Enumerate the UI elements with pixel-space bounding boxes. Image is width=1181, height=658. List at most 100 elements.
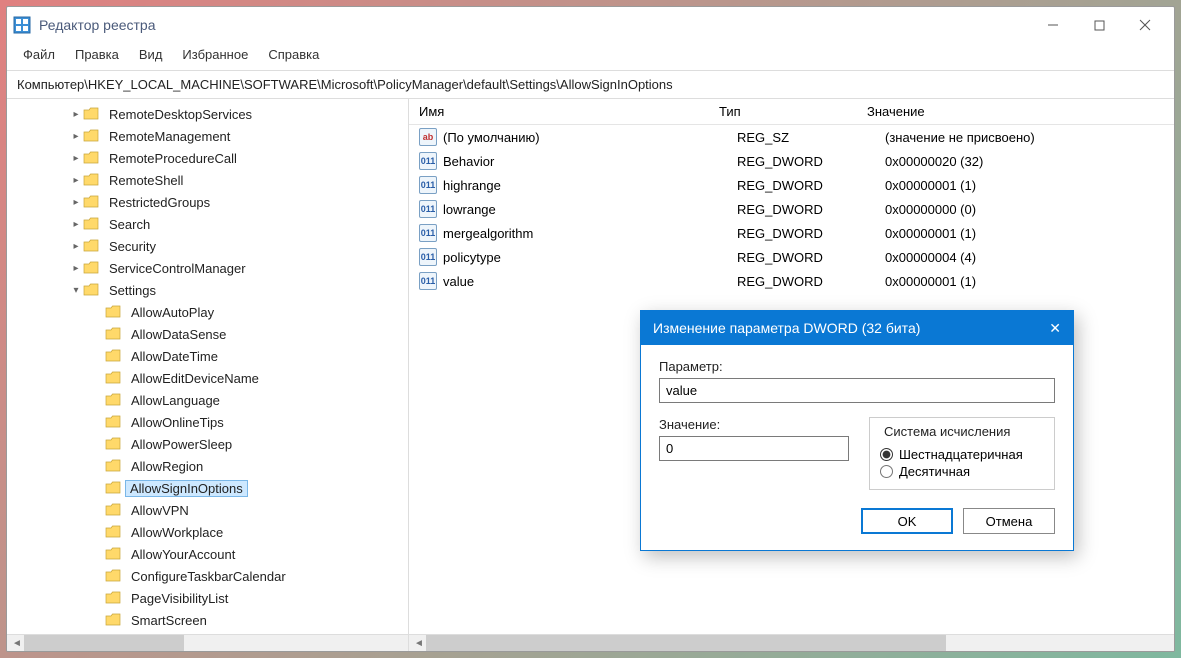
menu-file[interactable]: Файл [15,45,63,64]
tree-item[interactable]: ▸ Security [11,235,408,257]
cancel-button[interactable]: Отмена [963,508,1055,534]
expander-icon[interactable]: ▾ [69,285,83,296]
tree-item[interactable]: AllowDataSense [11,323,408,345]
ok-button[interactable]: OK [861,508,953,534]
tree-item[interactable]: ▸RemoteProcedureCall [11,147,408,169]
address-bar[interactable]: Компьютер\HKEY_LOCAL_MACHINE\SOFTWARE\Mi… [7,70,1174,99]
app-icon [13,16,31,34]
tree-item[interactable]: AllowPowerSleep [11,433,408,455]
expander-icon[interactable]: ▸ [69,219,83,230]
value-row[interactable]: ab(По умолчанию)REG_SZ(значение не присв… [409,125,1174,149]
tree-item[interactable]: ▸ServiceControlManager [11,257,408,279]
radio-hex-input[interactable] [880,448,893,461]
tree-item[interactable]: AllowAutoPlay [11,301,408,323]
value-name: highrange [443,178,737,193]
tree-item[interactable]: AllowOnlineTips [11,411,408,433]
tree-item-label: RemoteDesktopServices [103,106,258,123]
value-name: Behavior [443,154,737,169]
tree-item[interactable]: AllowVPN [11,499,408,521]
tree-item[interactable]: AllowLanguage [11,389,408,411]
value-input[interactable] [659,436,849,461]
value-row[interactable]: 011valueREG_DWORD0x00000001 (1) [409,269,1174,293]
maximize-button[interactable] [1076,10,1122,40]
tree-item-label: AllowVPN [125,502,195,519]
col-header-value[interactable]: Значение [867,104,1174,119]
expander-icon[interactable]: ▸ [69,175,83,186]
radio-hex[interactable]: Шестнадцатеричная [880,447,1044,462]
value-row[interactable]: 011mergealgorithmREG_DWORD0x00000001 (1) [409,221,1174,245]
folder-icon [105,503,121,517]
value-row[interactable]: 011highrangeREG_DWORD0x00000001 (1) [409,173,1174,197]
folder-icon [105,569,121,583]
binary-icon: 011 [419,176,437,194]
dialog-titlebar: Изменение параметра DWORD (32 бита) ✕ [641,311,1073,345]
tree-item[interactable]: ▸ RemoteDesktopServices [11,103,408,125]
value-row[interactable]: 011lowrangeREG_DWORD0x00000000 (0) [409,197,1174,221]
value-type: REG_DWORD [737,202,885,217]
value-name: (По умолчанию) [443,130,737,145]
value-data: 0x00000004 (4) [885,250,1174,265]
param-label: Параметр: [659,359,1055,374]
list-header: Имя Тип Значение [409,99,1174,125]
tree-item-label: AllowOnlineTips [125,414,230,431]
radio-hex-label: Шестнадцатеричная [899,447,1023,462]
expander-icon[interactable]: ▸ [69,109,83,120]
tree-item[interactable]: AllowDateTime [11,345,408,367]
radio-dec-input[interactable] [880,465,893,478]
folder-icon [105,349,121,363]
tree-item[interactable]: AllowEditDeviceName [11,367,408,389]
tree-item[interactable]: AllowYourAccount [11,543,408,565]
tree-item[interactable]: ▾ Settings [11,279,408,301]
menu-favorites[interactable]: Избранное [174,45,256,64]
tree-item[interactable]: ▸Search [11,213,408,235]
tree-item[interactable]: ConfigureTaskbarCalendar [11,565,408,587]
value-row[interactable]: 011policytypeREG_DWORD0x00000004 (4) [409,245,1174,269]
tree-item-label: Settings [103,282,162,299]
folder-icon [83,173,99,187]
col-header-name[interactable]: Имя [409,104,719,119]
col-header-type[interactable]: Тип [719,104,867,119]
expander-icon[interactable]: ▸ [69,197,83,208]
binary-icon: 011 [419,248,437,266]
folder-icon [105,415,121,429]
menu-view[interactable]: Вид [131,45,171,64]
list-hscrollbar[interactable]: ◄► [409,634,1174,651]
close-button[interactable] [1122,10,1168,40]
tree-item-label: Security [103,238,162,255]
tree-item[interactable]: ▸ RestrictedGroups [11,191,408,213]
tree-item[interactable]: SmartScreen [11,609,408,631]
folder-icon [83,217,99,231]
tree-item[interactable]: PageVisibilityList [11,587,408,609]
expander-icon[interactable]: ▸ [69,153,83,164]
menu-edit[interactable]: Правка [67,45,127,64]
value-type: REG_DWORD [737,250,885,265]
value-type: REG_SZ [737,130,885,145]
tree-item-label: PageVisibilityList [125,590,234,607]
dialog-close-button[interactable]: ✕ [1021,320,1061,337]
edit-dword-dialog: Изменение параметра DWORD (32 бита) ✕ Па… [640,310,1074,551]
folder-icon [105,547,121,561]
minimize-button[interactable] [1030,10,1076,40]
tree-item-label: ConfigureTaskbarCalendar [125,568,292,585]
tree-item[interactable]: AllowSignInOptions [11,477,408,499]
tree-item[interactable]: ▸ RemoteManagement [11,125,408,147]
tree-item-label: RestrictedGroups [103,194,216,211]
tree-item-label: RemoteManagement [103,128,236,145]
tree-item[interactable]: ▸RemoteShell [11,169,408,191]
value-row[interactable]: 011BehaviorREG_DWORD0x00000020 (32) [409,149,1174,173]
param-name-input[interactable] [659,378,1055,403]
tree-hscrollbar[interactable]: ◄► [7,634,408,651]
tree-item-label: AllowWorkplace [125,524,229,541]
tree-item-label: AllowSignInOptions [125,480,248,497]
value-data: 0x00000020 (32) [885,154,1174,169]
expander-icon[interactable]: ▸ [69,241,83,252]
radio-dec-label: Десятичная [899,464,970,479]
expander-icon[interactable]: ▸ [69,263,83,274]
menu-help[interactable]: Справка [260,45,327,64]
expander-icon[interactable]: ▸ [69,131,83,142]
tree-item[interactable]: AllowWorkplace [11,521,408,543]
tree-item-label: AllowDataSense [125,326,232,343]
radio-dec[interactable]: Десятичная [880,464,1044,479]
tree-item-label: AllowDateTime [125,348,224,365]
tree-item[interactable]: AllowRegion [11,455,408,477]
